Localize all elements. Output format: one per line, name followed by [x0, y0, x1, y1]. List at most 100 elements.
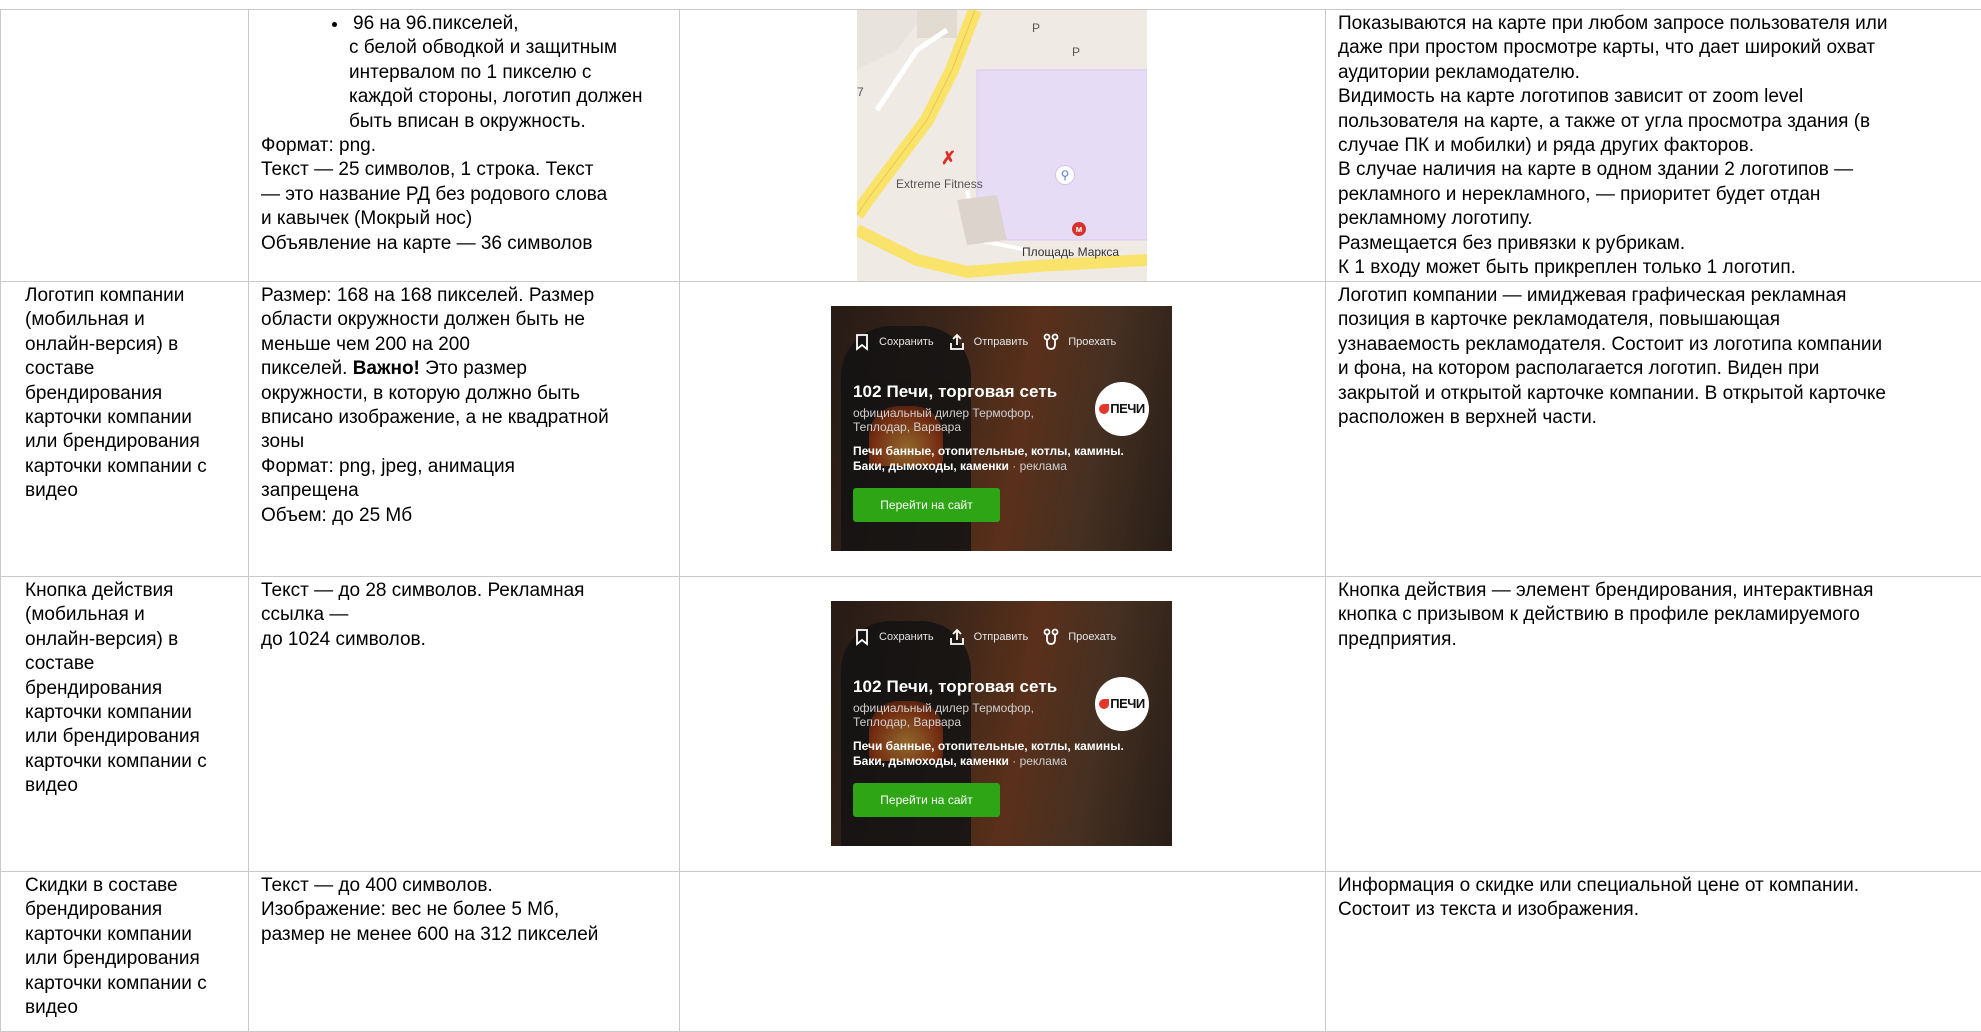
text-line: онлайн-версия) в [25, 628, 244, 652]
example-cell: P P 7 ✗ Extreme Fitness ⚲ м Площадь Марк… [680, 10, 1326, 282]
example-cell: Сохранить Отправить Проехать 102 Печи, т… [680, 282, 1326, 577]
brand-card-example: Сохранить Отправить Проехать 102 Печи, т… [831, 306, 1172, 551]
row-name-cell: Кнопка действия (мобильная и онлайн-верс… [1, 577, 249, 872]
map-example-image: P P 7 ✗ Extreme Fitness ⚲ м Площадь Марк… [857, 10, 1147, 281]
share-icon [948, 628, 966, 646]
text-line: расположен в верхней части. [1338, 406, 1977, 430]
route-label: Проехать [1068, 330, 1116, 354]
card-description: Печи банные, отопительные, котлы, камины… [853, 739, 1143, 769]
save-label: Сохранить [879, 625, 934, 649]
text-line: случае ПК и мобилки) и ряда других факто… [1338, 134, 1977, 158]
card-actions: Сохранить Отправить Проехать [853, 330, 1130, 354]
company-logo: ПЕЧИ [1095, 382, 1149, 436]
text-line: Объем: до 25 Мб [261, 504, 675, 528]
action-button-example: Сохранить Отправить Проехать 102 Печи, т… [831, 601, 1172, 846]
text-line: Скидки в составе [25, 874, 244, 898]
ad-label: · реклама [1009, 754, 1067, 768]
requirements-cell: Текст — до 400 символов. Изображение: ве… [249, 872, 680, 1032]
text-line: Размещается без привязки к рубрикам. [1338, 232, 1977, 256]
text-fragment: пикселей. [261, 358, 353, 379]
text-line: с белой обводкой и защитным [349, 36, 675, 60]
text-line: аудитории рекламодателю. [1338, 61, 1977, 85]
table-row: Кнопка действия (мобильная и онлайн-верс… [1, 577, 1981, 872]
text-line: меньше чем 200 на 200 [261, 333, 675, 357]
description-cell: Кнопка действия — элемент брендирования,… [1326, 577, 1981, 872]
text-line: области окружности должен быть не [261, 308, 675, 332]
text-line: Формат: png, jpeg, анимация [261, 455, 675, 479]
text-line: и фона, на котором располагается логотип… [1338, 357, 1977, 381]
visit-site-button: Перейти на сайт [853, 783, 1000, 817]
save-action: Сохранить [853, 625, 934, 649]
card-title: 102 Печи, торговая сеть [853, 380, 1057, 404]
text-line: Логотип компании [25, 284, 244, 308]
example-cell [680, 872, 1326, 1032]
text-line: позиция в карточке рекламодателя, повыша… [1338, 308, 1977, 332]
text-line: даже при простом просмотре карты, что да… [1338, 36, 1977, 60]
text-line: Показываются на карте при любом запросе … [1338, 12, 1977, 36]
text-line: или брендирования [25, 725, 244, 749]
text-line: закрытой и открытой карточке компании. В… [1338, 382, 1977, 406]
text-line: рекламного и нерекламного, — приоритет б… [1338, 183, 1977, 207]
text-line: кнопка с призывом к действию в профиле р… [1338, 603, 1977, 627]
place-label: Extreme Fitness [896, 172, 983, 196]
fitness-icon: ✗ [941, 146, 956, 170]
metro-label: Площадь Маркса [1022, 240, 1119, 264]
text-line: Размер: 168 на 168 пикселей. Размер [261, 284, 675, 308]
text-line: Видимость на карте логотипов зависит от … [1338, 85, 1977, 109]
text-line: Изображение: вес не более 5 Мб, [261, 898, 675, 922]
text-line: карточки компании [25, 406, 244, 430]
text-line: окружности, в которую должно быть [261, 382, 675, 406]
example-cell: Сохранить Отправить Проехать 102 Печи, т… [680, 577, 1326, 872]
bookmark-icon [853, 628, 871, 646]
text-line: видео [25, 774, 244, 798]
text-line: вписано изображение, а не квадратной [261, 406, 675, 430]
card-actions: Сохранить Отправить Проехать [853, 625, 1130, 649]
text-line: карточки компании [25, 923, 244, 947]
text-line: ссылка — [261, 603, 675, 627]
text-line: Кнопка действия — элемент брендирования,… [1338, 579, 1977, 603]
route-action: Проехать [1042, 625, 1116, 649]
text-line: интервалом по 1 пикселю с [349, 61, 675, 85]
text-line: пикселей. Важно! Это размер [261, 357, 675, 381]
requirements-cell: Размер: 168 на 168 пикселей. Размер обла… [249, 282, 680, 577]
card-title: 102 Печи, торговая сеть [853, 675, 1057, 699]
logo-text: ПЕЧИ [1099, 397, 1145, 421]
text-line: предприятия. [1338, 628, 1977, 652]
text-fragment: Это размер [420, 358, 527, 379]
text-line: запрещена [261, 479, 675, 503]
save-action: Сохранить [853, 330, 934, 354]
text-line: Логотип компании — имиджевая графическая… [1338, 284, 1977, 308]
logo-text: ПЕЧИ [1099, 692, 1145, 716]
text-line: карточки компании [25, 701, 244, 725]
text-line: карточки компании с [25, 750, 244, 774]
spec-table: 96 на 96.пикселей, с белой обводкой и за… [0, 9, 1981, 1032]
house-number: 7 [857, 80, 864, 104]
card-desc-text: Печи банные, отопительные, котлы, камины… [853, 739, 1124, 768]
text-line: или брендирования [25, 947, 244, 971]
card-description: Печи банные, отопительные, котлы, камины… [853, 444, 1143, 474]
requirements-cell: 96 на 96.пикселей, с белой обводкой и за… [249, 10, 680, 282]
text-line: Состоит из текста и изображения. [1338, 898, 1977, 922]
text-line: (мобильная и [25, 308, 244, 332]
parking-label: P [1072, 40, 1080, 64]
requirements-cell: Текст — до 28 символов. Рекламная ссылка… [249, 577, 680, 872]
share-icon [948, 333, 966, 351]
description-cell: Показываются на карте при любом запросе … [1326, 10, 1981, 282]
card-subtitle: официальный дилер Термофор, Теплодар, Ва… [853, 701, 1068, 729]
bookmark-icon [853, 333, 871, 351]
row-name-cell: Скидки в составе брендирования карточки … [1, 872, 249, 1032]
table-row: 96 на 96.пикселей, с белой обводкой и за… [1, 10, 1981, 282]
text-line: карточки компании с [25, 972, 244, 996]
send-action: Отправить [948, 330, 1029, 354]
bullet-continuation: с белой обводкой и защитным интервалом п… [249, 36, 675, 134]
row-name-cell [1, 10, 249, 282]
text-line: каждой стороны, логотип должен [349, 85, 675, 109]
text-line: К 1 входу может быть прикреплен только 1… [1338, 256, 1977, 280]
text-line: пользователя на карте, а также от угла п… [1338, 110, 1977, 134]
text-line: или брендирования [25, 430, 244, 454]
send-label: Отправить [974, 625, 1029, 649]
card-subtitle: официальный дилер Термофор, Теплодар, Ва… [853, 406, 1068, 434]
send-action: Отправить [948, 625, 1029, 649]
route-action: Проехать [1042, 330, 1116, 354]
text-line: брендирования [25, 677, 244, 701]
